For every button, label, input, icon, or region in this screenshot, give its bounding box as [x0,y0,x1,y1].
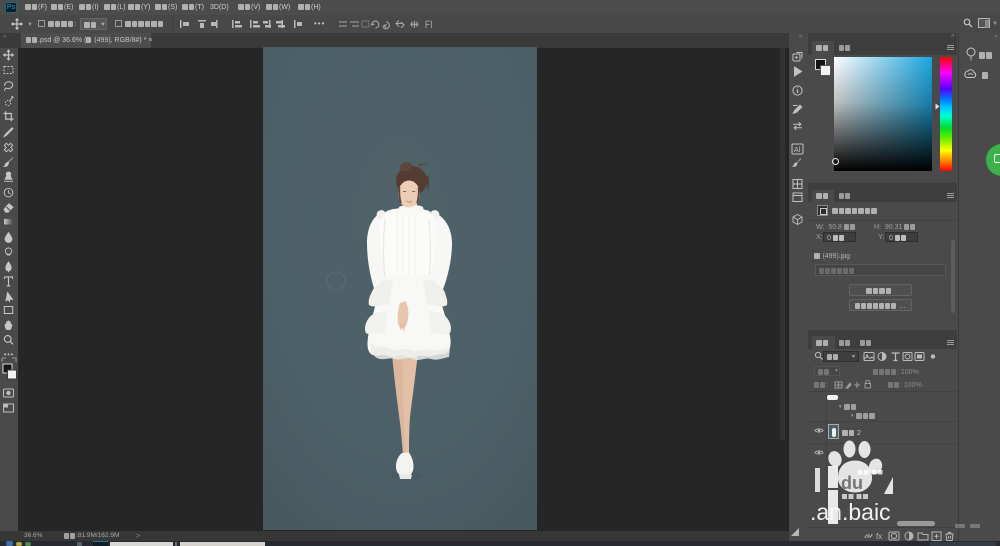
svg-text:Al: Al [794,147,801,154]
svg-text:fx: fx [876,532,882,541]
